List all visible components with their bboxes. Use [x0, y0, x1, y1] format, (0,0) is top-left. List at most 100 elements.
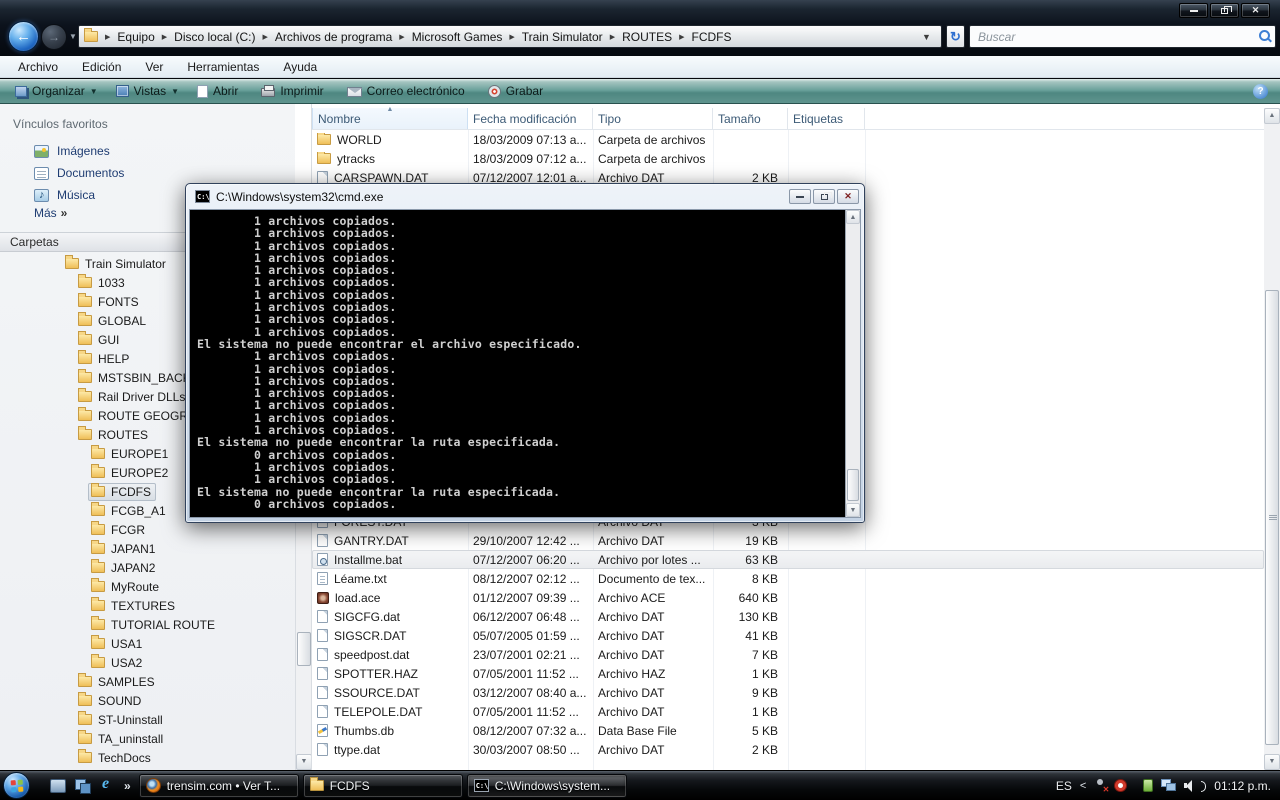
- list-scrollbar[interactable]: ▲ ▼: [1264, 108, 1280, 770]
- cmd-restore-button[interactable]: [813, 189, 835, 204]
- tray-expand-icon[interactable]: <: [1080, 780, 1086, 792]
- language-indicator[interactable]: ES: [1056, 779, 1072, 793]
- network-icon[interactable]: [1161, 779, 1176, 792]
- clock[interactable]: 01:12 p.m.: [1214, 779, 1271, 793]
- taskbar-button[interactable]: C:\Windows\system...: [467, 774, 627, 798]
- breadcrumb-item[interactable]: ▶ ROUTES: [607, 30, 676, 44]
- tree-scroll-down-icon[interactable]: ▼: [296, 754, 312, 770]
- menu-item[interactable]: Ayuda: [271, 60, 329, 74]
- start-button[interactable]: [3, 772, 30, 799]
- back-button[interactable]: ←: [8, 21, 39, 52]
- favorite-link[interactable]: Documentos: [0, 162, 295, 184]
- column-header-fecha[interactable]: Fecha modificación: [468, 108, 593, 129]
- tree-item[interactable]: TUTORIAL ROUTE: [0, 615, 295, 634]
- list-scroll-up-icon[interactable]: ▲: [1264, 108, 1280, 124]
- favorite-link[interactable]: Imágenes: [0, 140, 295, 162]
- taskbar-button-icon: [474, 779, 489, 792]
- table-row[interactable]: TELEPOLE.DAT 07/05/2001 11:52 ... Archiv…: [312, 702, 1264, 721]
- breadcrumb-item[interactable]: ▶ Disco local (C:): [159, 30, 260, 44]
- quick-launch-overflow-icon[interactable]: »: [124, 779, 131, 793]
- column-header-tipo[interactable]: Tipo: [593, 108, 713, 129]
- breadcrumb-item[interactable]: ▶ Archivos de programa: [260, 30, 397, 44]
- table-row[interactable]: ytracks 18/03/2009 07:12 a... Carpeta de…: [312, 149, 1264, 168]
- breadcrumb-item[interactable]: ▶ FCDFS: [676, 30, 735, 44]
- console-scroll-down-icon[interactable]: ▼: [846, 503, 860, 517]
- toolbar-button-icon: [488, 85, 501, 98]
- tree-item[interactable]: TechDocs: [0, 748, 295, 767]
- taskbar-button[interactable]: FCDFS: [303, 774, 463, 798]
- breadcrumb-item[interactable]: ▶ Microsoft Games: [396, 30, 506, 44]
- table-row[interactable]: SIGCFG.dat 06/12/2007 06:48 ... Archivo …: [312, 607, 1264, 626]
- list-scroll-down-icon[interactable]: ▼: [1264, 754, 1280, 770]
- breadcrumb-item[interactable]: ▶ Equipo: [102, 30, 159, 44]
- tree-item[interactable]: USA2: [0, 653, 295, 672]
- tree-item[interactable]: MyRoute: [0, 577, 295, 596]
- power-icon[interactable]: [1143, 779, 1153, 792]
- tree-item[interactable]: TA_uninstall: [0, 729, 295, 748]
- minimize-button[interactable]: [1179, 3, 1208, 18]
- toolbar-button[interactable]: Grabar: [479, 81, 557, 102]
- search-input[interactable]: [970, 30, 1255, 44]
- refresh-button[interactable]: ↻: [946, 25, 965, 48]
- cmd-minimize-button[interactable]: [789, 189, 811, 204]
- table-row[interactable]: SPOTTER.HAZ 07/05/2001 11:52 ... Archivo…: [312, 664, 1264, 683]
- folder-icon: [78, 733, 92, 744]
- restore-button[interactable]: [1210, 3, 1239, 18]
- toolbar-button[interactable]: Abrir: [188, 81, 252, 102]
- more-links-button[interactable]: Más»: [34, 206, 67, 220]
- table-row[interactable]: Léame.txt 08/12/2007 02:12 ... Documento…: [312, 569, 1264, 588]
- list-scroll-thumb[interactable]: [1265, 290, 1279, 745]
- table-row[interactable]: WORLD 18/03/2009 07:13 a... Carpeta de a…: [312, 130, 1264, 149]
- table-row[interactable]: GANTRY.DAT 29/10/2007 12:42 ... Archivo …: [312, 531, 1264, 550]
- toolbar-button[interactable]: Imprimir: [252, 81, 337, 102]
- toolbar-button[interactable]: Correo electrónico: [338, 81, 479, 102]
- close-button[interactable]: ✕: [1241, 3, 1270, 18]
- cmd-close-button[interactable]: ✕: [837, 189, 859, 204]
- search-icon[interactable]: [1255, 27, 1275, 47]
- column-header-etiquetas[interactable]: Etiquetas: [788, 108, 865, 129]
- console-scrollbar[interactable]: ▲ ▼: [845, 210, 860, 517]
- volume-icon[interactable]: [1184, 779, 1200, 792]
- table-row[interactable]: load.ace 01/12/2007 09:39 ... Archivo AC…: [312, 588, 1264, 607]
- tree-item[interactable]: JAPAN2: [0, 558, 295, 577]
- table-row[interactable]: Thumbs.db 08/12/2007 07:32 a... Data Bas…: [312, 721, 1264, 740]
- switch-windows-icon[interactable]: [75, 779, 91, 793]
- table-row[interactable]: Installme.bat 07/12/2007 06:20 ... Archi…: [312, 550, 1264, 569]
- internet-explorer-icon[interactable]: [100, 779, 116, 793]
- help-button[interactable]: ?: [1253, 84, 1268, 99]
- toolbar-button[interactable]: Vistas ▼: [107, 81, 188, 102]
- console-scroll-thumb[interactable]: [847, 469, 859, 501]
- folder-icon: [78, 429, 92, 440]
- user-offline-icon[interactable]: [1094, 779, 1106, 792]
- tree-item[interactable]: USA1: [0, 634, 295, 653]
- show-desktop-icon[interactable]: [50, 779, 66, 793]
- antivirus-icon[interactable]: [1114, 779, 1127, 792]
- breadcrumb[interactable]: ▶ Equipo ▶ Disco local (C:) ▶ Archivos d…: [78, 25, 942, 48]
- taskbar-button[interactable]: trensim.com • Ver T...: [139, 774, 299, 798]
- cmd-title-bar[interactable]: C:\ C:\Windows\system32\cmd.exe ✕: [189, 184, 861, 209]
- menu-item[interactable]: Herramientas: [175, 60, 271, 74]
- menu-item[interactable]: Archivo: [6, 60, 70, 74]
- table-row[interactable]: speedpost.dat 23/07/2001 02:21 ... Archi…: [312, 645, 1264, 664]
- tree-item[interactable]: SOUND: [0, 691, 295, 710]
- column-header-nombre[interactable]: ▲ Nombre: [312, 108, 468, 129]
- address-dropdown-icon[interactable]: ▼: [922, 32, 935, 42]
- tree-item[interactable]: SAMPLES: [0, 672, 295, 691]
- console-scroll-up-icon[interactable]: ▲: [846, 210, 860, 224]
- menu-item[interactable]: Edición: [70, 60, 133, 74]
- forward-button[interactable]: →: [41, 24, 67, 50]
- history-dropdown-icon[interactable]: ▼: [69, 32, 77, 41]
- tree-item[interactable]: TEXTURES: [0, 596, 295, 615]
- toolbar-button[interactable]: Organizar ▼: [6, 81, 107, 102]
- menu-item[interactable]: Ver: [133, 60, 175, 74]
- file-rows-top: WORLD 18/03/2009 07:13 a... Carpeta de a…: [312, 130, 1264, 187]
- tree-item[interactable]: ST-Uninstall: [0, 710, 295, 729]
- table-row[interactable]: SSOURCE.DAT 03/12/2007 08:40 a... Archiv…: [312, 683, 1264, 702]
- table-row[interactable]: SIGSCR.DAT 05/07/2005 01:59 ... Archivo …: [312, 626, 1264, 645]
- toolbar-button-icon: [347, 87, 362, 97]
- tree-item[interactable]: JAPAN1: [0, 539, 295, 558]
- column-header-tamano[interactable]: Tamaño: [713, 108, 788, 129]
- breadcrumb-item[interactable]: ▶ Train Simulator: [506, 30, 606, 44]
- table-row[interactable]: ttype.dat 30/03/2007 08:50 ... Archivo D…: [312, 740, 1264, 759]
- tree-scroll-thumb[interactable]: [297, 632, 311, 666]
